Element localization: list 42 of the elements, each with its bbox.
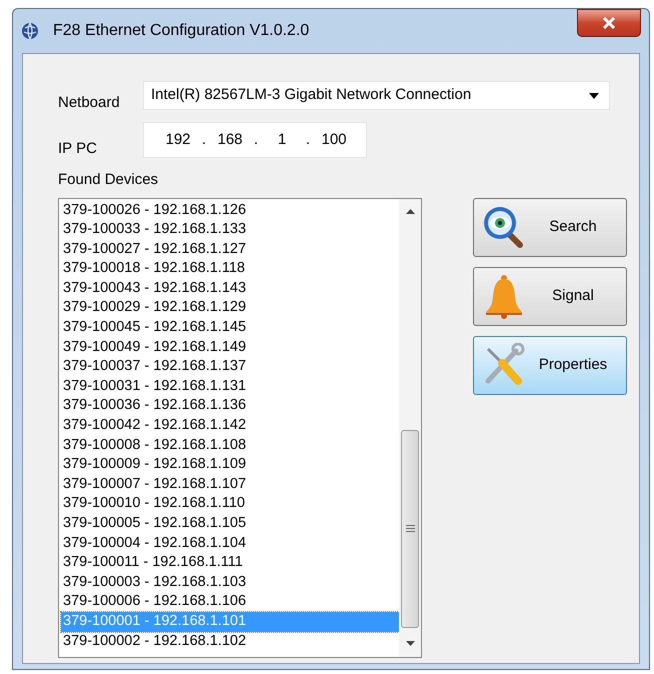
- device-list-item[interactable]: 379-100031 - 192.168.1.131: [61, 376, 399, 396]
- device-list-item[interactable]: 379-100037 - 192.168.1.137: [61, 357, 399, 377]
- grip-icon: [406, 525, 414, 532]
- scroll-up-icon[interactable]: [406, 208, 414, 214]
- properties-button[interactable]: Properties: [473, 336, 627, 394]
- device-list-item[interactable]: 379-100049 - 192.168.1.149: [61, 338, 399, 358]
- device-list-item[interactable]: 379-100004 - 192.168.1.104: [61, 534, 399, 554]
- device-list-item[interactable]: 379-100043 - 192.168.1.143: [61, 278, 399, 298]
- ip-address-field[interactable]: 192 . 168 . 1 . 100: [143, 122, 367, 158]
- device-list-item[interactable]: 379-100009 - 192.168.1.109: [61, 455, 399, 475]
- device-list[interactable]: [58, 198, 422, 658]
- field-label: IP PC: [58, 138, 98, 158]
- magnifier-eye-icon: [482, 205, 526, 249]
- netboard-dropdown[interactable]: Intel(R) 82567LM-3 Gigabit Network Connection: [143, 81, 610, 110]
- device-list-item[interactable]: 379-100003 - 192.168.1.103: [61, 572, 399, 592]
- device-list-item[interactable]: 379-100036 - 192.168.1.136: [61, 396, 399, 416]
- scroll-down-icon[interactable]: [406, 640, 414, 646]
- device-list-item[interactable]: 379-100011 - 192.168.1.111: [61, 553, 399, 573]
- list-label: Found Devices: [58, 170, 158, 190]
- dropdown-caret-icon: [589, 92, 599, 98]
- device-list-item[interactable]: 379-100027 - 192.168.1.127: [61, 240, 399, 260]
- close-button[interactable]: [577, 9, 641, 37]
- device-list-item[interactable]: 379-100008 - 192.168.1.108: [61, 436, 399, 456]
- device-list-item[interactable]: 379-100018 - 192.168.1.118: [61, 259, 399, 279]
- device-list-item[interactable]: 379-100005 - 192.168.1.105: [61, 514, 399, 534]
- close-icon: [602, 17, 616, 29]
- device-list-item[interactable]: 379-100033 - 192.168.1.133: [61, 220, 399, 240]
- signal-button[interactable]: Signal: [473, 266, 627, 326]
- field-label: Netboard: [58, 92, 121, 112]
- device-list-item[interactable]: 379-100042 - 192.168.1.142: [61, 416, 399, 436]
- scrollbar[interactable]: [399, 198, 421, 656]
- window-title: F28 Ethernet Configuration V1.0.2.0: [53, 21, 310, 41]
- device-list-item[interactable]: 379-100007 - 192.168.1.107: [61, 474, 399, 494]
- search-button[interactable]: Search: [473, 198, 627, 256]
- scrollbar-thumb[interactable]: [401, 430, 419, 628]
- device-list-item[interactable]: 379-100010 - 192.168.1.110: [61, 494, 399, 514]
- globe-icon: [21, 22, 39, 40]
- device-list-item[interactable]: 379-100026 - 192.168.1.126: [61, 200, 399, 220]
- device-list-item[interactable]: 379-100045 - 192.168.1.145: [61, 318, 399, 338]
- device-list-item[interactable]: 379-100029 - 192.168.1.129: [61, 298, 399, 318]
- device-list-item[interactable]: 379-100006 - 192.168.1.106: [61, 592, 399, 612]
- device-list-item[interactable]: 379-100002 - 192.168.1.102: [61, 632, 399, 652]
